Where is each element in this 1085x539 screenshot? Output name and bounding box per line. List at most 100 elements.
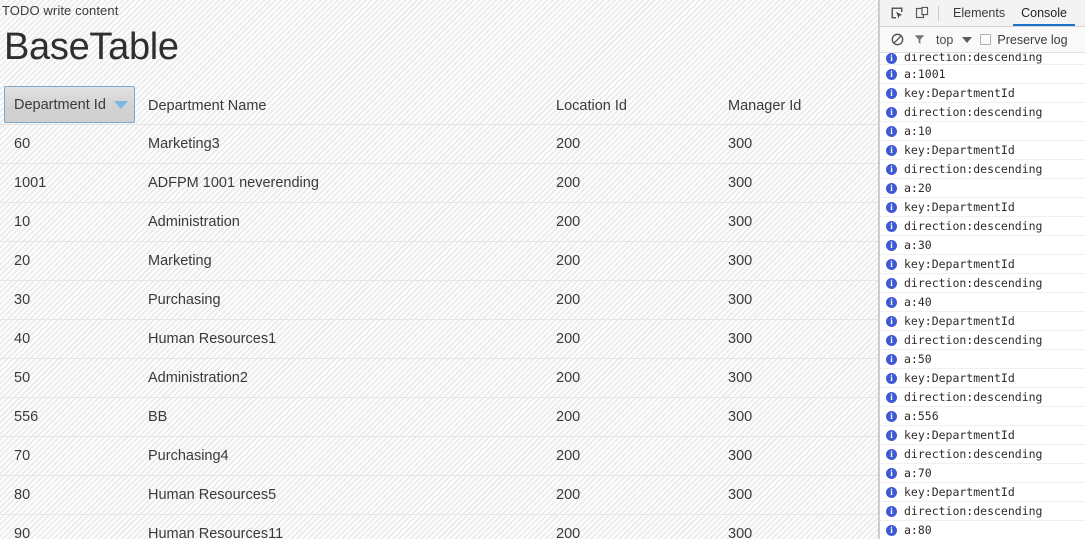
table-row[interactable]: 50 Administration2 200 300: [0, 359, 878, 398]
console-log-entry[interactable]: i direction:descending: [880, 217, 1085, 236]
console-log-entry[interactable]: i a:1001: [880, 65, 1085, 84]
console-log-entry[interactable]: i key:DepartmentId: [880, 369, 1085, 388]
console-log-entry[interactable]: i a:70: [880, 464, 1085, 483]
console-log-text: a:1001: [904, 67, 946, 81]
table-row[interactable]: 90 Human Resources11 200 300: [0, 515, 878, 539]
cell-department-id: 60: [14, 136, 31, 152]
info-icon: i: [886, 315, 897, 327]
console-log-text: key:DepartmentId: [904, 428, 1015, 442]
info-icon: i: [886, 334, 897, 346]
console-log-entry[interactable]: i direction:descending: [880, 160, 1085, 179]
cell-location-id: 200: [556, 214, 581, 230]
console-log-text: a:20: [904, 181, 932, 195]
clear-console-icon[interactable]: [886, 29, 908, 51]
console-log-text: direction:descending: [904, 390, 1043, 404]
cell-manager-id: 300: [728, 175, 753, 191]
console-log-text: a:30: [904, 238, 932, 252]
cell-department-name: ADFPM 1001 neverending: [148, 175, 319, 191]
console-log-entry[interactable]: i a:80: [880, 521, 1085, 539]
table-row[interactable]: 1001 ADFPM 1001 neverending 200 300: [0, 164, 878, 203]
cell-location-id: 200: [556, 487, 581, 503]
console-log-entry[interactable]: i a:40: [880, 293, 1085, 312]
tab-elements[interactable]: Elements: [945, 0, 1013, 26]
preserve-log-checkbox[interactable]: [980, 34, 992, 45]
inspect-element-icon[interactable]: [884, 1, 909, 25]
console-log-entry[interactable]: i direction:descending: [880, 331, 1085, 350]
console-log-entry[interactable]: i direction:descending: [880, 502, 1085, 521]
info-icon: i: [886, 144, 897, 156]
console-log-entry[interactable]: i direction:descending: [880, 274, 1085, 293]
info-icon: i: [886, 467, 897, 479]
console-log-entry[interactable]: i direction:descending: [880, 103, 1085, 122]
info-icon: i: [886, 296, 897, 308]
info-icon: i: [886, 220, 897, 232]
console-log-entry[interactable]: i a:50: [880, 350, 1085, 369]
console-log-text: direction:descending: [904, 105, 1043, 119]
tab-console[interactable]: Console: [1013, 0, 1075, 26]
info-icon: i: [886, 182, 897, 194]
console-log-entry[interactable]: i key:DepartmentId: [880, 312, 1085, 331]
console-log-entry[interactable]: i direction:descending: [880, 445, 1085, 464]
console-log-entry[interactable]: i direction:descending: [880, 388, 1085, 407]
table-row[interactable]: 20 Marketing 200 300: [0, 242, 878, 281]
column-header-manager-id[interactable]: Manager Id: [728, 86, 801, 125]
table-row[interactable]: 60 Marketing3 200 300: [0, 125, 878, 164]
cell-location-id: 200: [556, 136, 581, 152]
caret-down-icon[interactable]: [113, 100, 128, 109]
cell-location-id: 200: [556, 526, 581, 539]
console-log-text: key:DepartmentId: [904, 314, 1015, 328]
console-log-entry[interactable]: i a:10: [880, 122, 1085, 141]
table-row[interactable]: 30 Purchasing 200 300: [0, 281, 878, 320]
console-log-entry[interactable]: i key:DepartmentId: [880, 198, 1085, 217]
table-row[interactable]: 10 Administration 200 300: [0, 203, 878, 242]
cell-department-name: Marketing: [148, 253, 212, 269]
preserve-log-label: Preserve log: [997, 32, 1068, 47]
column-header-location-id[interactable]: Location Id: [556, 86, 627, 125]
table-row[interactable]: 70 Purchasing4 200 300: [0, 437, 878, 476]
console-log-entry[interactable]: i key:DepartmentId: [880, 426, 1085, 445]
cell-department-name: Human Resources11: [148, 526, 284, 539]
table-header-row: Department Id Department Name Location I…: [0, 86, 878, 125]
cell-department-id: 90: [14, 526, 31, 539]
console-log-text: key:DepartmentId: [904, 86, 1015, 100]
column-header-department-name[interactable]: Department Name: [148, 86, 266, 125]
info-icon: i: [886, 277, 897, 289]
table-row[interactable]: 556 BB 200 300: [0, 398, 878, 437]
console-log-entry[interactable]: i a:556: [880, 407, 1085, 426]
column-header-department-id[interactable]: Department Id: [4, 86, 135, 123]
table-row[interactable]: 80 Human Resources5 200 300: [0, 476, 878, 515]
info-icon: i: [886, 505, 897, 517]
console-log-entry[interactable]: i key:DepartmentId: [880, 141, 1085, 160]
table-row[interactable]: 40 Human Resources1 200 300: [0, 320, 878, 359]
cell-department-id: 80: [14, 487, 31, 503]
cell-location-id: 200: [556, 370, 581, 386]
console-log-text: key:DepartmentId: [904, 485, 1015, 499]
console-log-entry[interactable]: i key:DepartmentId: [880, 84, 1085, 103]
info-icon: i: [886, 448, 897, 460]
console-filter-bar: top Preserve log: [880, 27, 1085, 53]
cell-department-id: 70: [14, 448, 31, 464]
cell-manager-id: 300: [728, 487, 753, 503]
info-icon: i: [886, 524, 897, 536]
console-log-entry[interactable]: i a:30: [880, 236, 1085, 255]
info-icon: i: [886, 429, 897, 441]
console-log-entry[interactable]: i direction:descending: [880, 53, 1085, 65]
console-log-entry[interactable]: i key:DepartmentId: [880, 483, 1085, 502]
console-log-text: a:556: [904, 409, 939, 423]
console-log-text: key:DepartmentId: [904, 143, 1015, 157]
console-log-list[interactable]: i direction:descending i a:1001 i key:De…: [880, 53, 1085, 539]
info-icon: i: [886, 87, 897, 99]
device-toolbar-icon[interactable]: [909, 1, 934, 25]
cell-location-id: 200: [556, 331, 581, 347]
console-log-entry[interactable]: i a:20: [880, 179, 1085, 198]
caret-down-icon[interactable]: [962, 36, 973, 43]
cell-department-name: Administration: [148, 214, 240, 230]
console-log-text: direction:descending: [904, 53, 1043, 64]
console-context-selector[interactable]: top: [936, 33, 953, 47]
page-title: BaseTable: [4, 26, 179, 68]
info-icon: i: [886, 68, 897, 80]
cell-department-id: 40: [14, 331, 31, 347]
console-log-entry[interactable]: i key:DepartmentId: [880, 255, 1085, 274]
info-icon: i: [886, 410, 897, 422]
filter-funnel-icon[interactable]: [908, 29, 930, 51]
